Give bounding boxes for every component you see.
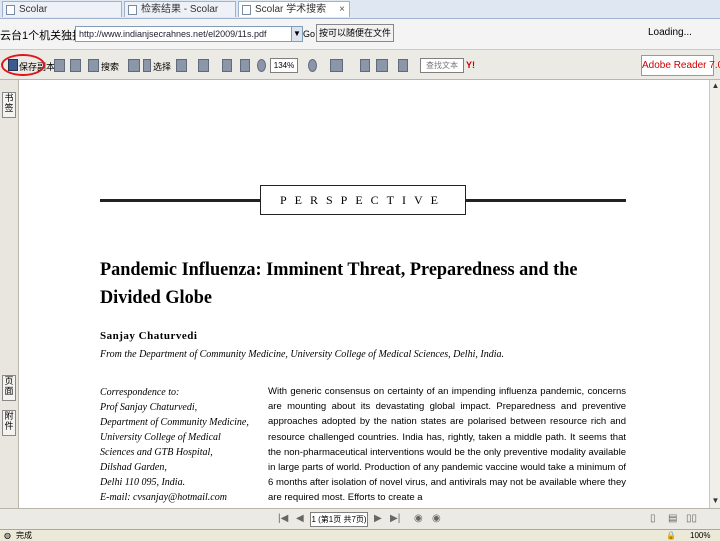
- rotate-icon[interactable]: [360, 59, 370, 72]
- next-page-icon[interactable]: ▶: [374, 513, 382, 524]
- go-button[interactable]: Go: [303, 26, 315, 42]
- facing-icon[interactable]: ▯▯: [686, 513, 697, 524]
- attachments-tab[interactable]: 附件: [2, 410, 16, 436]
- status-text: 完成: [16, 531, 32, 540]
- correspondence-line: Correspondence to:: [100, 387, 180, 398]
- find-input[interactable]: 查找文本: [420, 58, 464, 73]
- snapshot-icon[interactable]: [176, 59, 187, 72]
- page-layout-icon[interactable]: [330, 59, 343, 72]
- select-tool-icon[interactable]: [143, 59, 151, 72]
- page-navigation-bar: |◀ ◀ 1 (第1页 共7页) ▶ ▶| ◉ ◉ ▯ ▤ ▯▯: [0, 508, 720, 529]
- correspondence-line: University College of Medical: [100, 432, 221, 443]
- adobe-reader-label: Adobe Reader 7.0: [642, 60, 720, 71]
- zoom-field[interactable]: 134%: [270, 58, 298, 73]
- first-page-icon[interactable]: |◀: [278, 513, 288, 524]
- page-icon: [128, 5, 137, 15]
- correspondence-line: Prof Sanjay Chaturvedi,: [100, 402, 198, 413]
- author-name: Sanjay Chaturvedi: [100, 330, 198, 342]
- pdf-toolbar: 保存副本 搜索 选择 134% 查找文本 Y! Adobe Reader 7.0: [0, 50, 720, 80]
- divider: [466, 199, 626, 202]
- author-affiliation: From the Department of Community Medicin…: [100, 349, 504, 360]
- tab-label: 检索结果 - Scolar: [141, 4, 219, 15]
- single-page-icon[interactable]: ▯: [650, 513, 656, 524]
- address-toolbar: 云台1个机关独报: http://www.indianjsecrahnes.ne…: [0, 19, 720, 50]
- tab-scolar[interactable]: Scolar: [2, 1, 122, 17]
- correspondence-line: Sciences and GTB Hospital,: [100, 447, 213, 458]
- vertical-scrollbar[interactable]: ▲ ▼: [709, 80, 720, 508]
- address-label: 云台1个机关独报:: [0, 30, 87, 42]
- tab-search-results[interactable]: 检索结果 - Scolar: [124, 1, 236, 17]
- scroll-down-icon[interactable]: ▼: [711, 496, 720, 506]
- scroll-up-icon[interactable]: ▲: [711, 81, 720, 91]
- select-button[interactable]: 选择: [153, 60, 171, 73]
- correspondence-block: Correspondence to: Prof Sanjay Chaturved…: [100, 385, 260, 505]
- security-icon: 🔒: [666, 531, 676, 540]
- zoom-in-icon[interactable]: [198, 59, 209, 72]
- last-page-icon[interactable]: ▶|: [390, 513, 400, 524]
- navigation-pane: 书签 页面 附件: [0, 80, 19, 508]
- zoom-in-button-icon[interactable]: [308, 59, 317, 72]
- back-icon[interactable]: ◉: [414, 513, 423, 524]
- forward-icon[interactable]: ◉: [432, 513, 441, 524]
- page-icon: [242, 5, 251, 15]
- correspondence-line: E-mail: cvsanjay@hotmail.com: [100, 492, 227, 503]
- tab-label: Scolar 学术搜索: [255, 4, 327, 15]
- actual-size-icon[interactable]: [222, 59, 232, 72]
- correspondence-line: Dilshad Garden,: [100, 462, 167, 473]
- chevron-down-icon[interactable]: ▼: [291, 26, 303, 42]
- loading-status: Loading...: [648, 27, 692, 38]
- correspondence-line: Department of Community Medicine,: [100, 417, 249, 428]
- pages-tab[interactable]: 页面: [2, 375, 16, 401]
- fit-page-icon[interactable]: [240, 59, 250, 72]
- continuous-icon[interactable]: ▤: [668, 513, 677, 524]
- browser-tab-bar: Scolar 检索结果 - Scolar Scolar 学术搜索 ×: [0, 0, 720, 19]
- correspondence-line: Delhi 110 095, India.: [100, 477, 186, 488]
- page-icon: [6, 5, 15, 15]
- site-search-button[interactable]: 按可以随便在文件: [316, 24, 394, 42]
- tab-label: Scolar: [19, 4, 48, 15]
- article-title: Pandemic Influenza: Imminent Threat, Pre…: [100, 259, 578, 308]
- close-icon[interactable]: ×: [339, 2, 345, 17]
- divider: [100, 199, 260, 202]
- page-number-field[interactable]: 1 (第1页 共7页): [310, 512, 368, 527]
- undo-icon[interactable]: [376, 59, 388, 72]
- hand-tool-icon[interactable]: [128, 59, 140, 72]
- globe-icon: ◍: [4, 531, 11, 540]
- print-icon[interactable]: [54, 59, 65, 72]
- zoom-out-icon[interactable]: [257, 59, 266, 72]
- yahoo-icon[interactable]: Y!: [466, 60, 475, 70]
- status-bar: ◍ 完成 🔒 100%: [0, 529, 720, 541]
- tab-scolar-academic[interactable]: Scolar 学术搜索 ×: [238, 1, 350, 17]
- binoculars-icon[interactable]: [88, 59, 99, 72]
- adobe-reader-logo: Adobe Reader 7.0: [641, 55, 720, 76]
- how-to-icon[interactable]: [398, 59, 408, 72]
- zoom-status[interactable]: 100%: [690, 530, 710, 541]
- email-icon[interactable]: [70, 59, 81, 72]
- abstract-text: With generic consensus on certainty of a…: [268, 386, 626, 504]
- highlight-circle: [1, 54, 45, 76]
- url-input[interactable]: http://www.indianjsecrahnes.net/el2009/1…: [75, 26, 301, 42]
- previous-page-icon[interactable]: ◀: [296, 513, 304, 524]
- bookmarks-tab[interactable]: 书签: [2, 92, 16, 118]
- search-button[interactable]: 搜索: [101, 60, 119, 73]
- section-heading: PERSPECTIVE: [260, 185, 466, 215]
